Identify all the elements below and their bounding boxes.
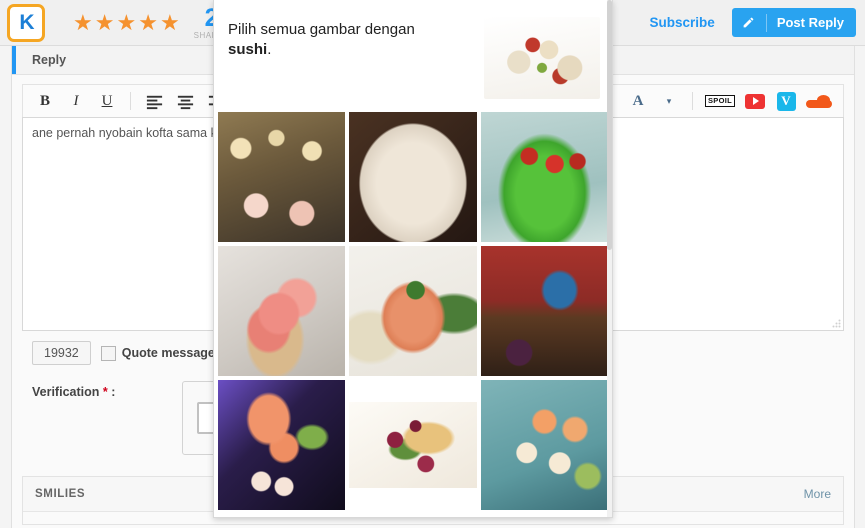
recaptcha-tile[interactable] [349, 112, 477, 242]
recaptcha-tile[interactable] [349, 246, 477, 376]
italic-button[interactable]: I [62, 89, 90, 113]
recaptcha-tile[interactable] [480, 246, 608, 376]
tile-image-prosciutto-bread [218, 246, 346, 376]
tile-image-omelette-plate [349, 112, 477, 242]
underline-button[interactable]: U [93, 89, 121, 113]
required-asterisk: * [102, 385, 108, 399]
chevron-down-icon[interactable]: ▾ [655, 89, 683, 113]
font-color-button[interactable]: A [624, 89, 652, 113]
vimeo-glyph: V [776, 91, 796, 111]
tile-image-restaurant-bar-interior [480, 246, 608, 376]
tile-image-canapes-appetizers [218, 112, 346, 242]
youtube-glyph [745, 93, 765, 109]
recaptcha-prompt-target: sushi [228, 41, 268, 59]
recaptcha-footer [214, 510, 612, 517]
tile-image-green-cake-glass-dome [480, 112, 608, 242]
vimeo-icon[interactable]: V [772, 89, 800, 113]
star-icon: ★ [138, 9, 158, 35]
checkbox-box[interactable] [100, 345, 116, 361]
bold-button[interactable]: B [31, 89, 59, 113]
pencil-icon [732, 13, 767, 32]
toolbar-divider [691, 92, 693, 110]
soundcloud-icon[interactable] [803, 89, 835, 113]
recaptcha-tile[interactable] [349, 380, 477, 510]
post-reply-label: Post Reply [776, 15, 844, 30]
message-text: ane pernah nyobain kofta sama k [32, 126, 217, 140]
toolbar-divider [130, 92, 131, 110]
top-bar-actions: Subscribe Post Reply [650, 8, 865, 37]
recaptcha-prompt-suffix: . [267, 41, 272, 59]
soundcloud-glyph [806, 94, 832, 108]
rating-stars[interactable]: ★ ★ ★ ★ ★ [73, 9, 180, 35]
recaptcha-sample-image [484, 17, 600, 99]
smilies-more-link[interactable]: More [804, 487, 831, 501]
logo-letter: K [19, 11, 34, 34]
align-left-button[interactable] [140, 89, 168, 113]
tile-image-gazpacho-soup-glass [349, 246, 477, 376]
smilies-title: SMILIES [35, 488, 86, 500]
recaptcha-tile[interactable] [480, 112, 608, 242]
recaptcha-prompt: Pilih semua gambar dengan sushi. [228, 17, 484, 110]
post-reply-button[interactable]: Post Reply [731, 8, 856, 37]
verification-label: Verification * : [32, 381, 182, 474]
character-count: 19932 [32, 341, 91, 365]
tile-image-fruit-vegetable-garnish [349, 402, 477, 488]
tab-reply[interactable]: Reply [12, 46, 81, 74]
star-icon: ★ [94, 9, 115, 35]
recaptcha-tile[interactable] [218, 246, 346, 376]
star-icon: ★ [159, 9, 180, 35]
youtube-icon[interactable] [741, 89, 769, 113]
recaptcha-tile[interactable] [480, 380, 608, 510]
recaptcha-scrollbar-thumb[interactable] [607, 0, 612, 250]
tab-reply-label: Reply [32, 53, 67, 67]
recaptcha-scrollbar[interactable] [607, 0, 612, 517]
tile-image-sashimi-sushi-platter [218, 380, 346, 510]
recaptcha-prompt-prefix: Pilih semua gambar dengan [228, 21, 415, 38]
recaptcha-header: Pilih semua gambar dengan sushi. [214, 0, 612, 110]
spoiler-label: SPOIL [704, 95, 735, 107]
recaptcha-tile[interactable] [218, 380, 346, 510]
align-center-button[interactable] [171, 89, 199, 113]
resize-handle[interactable] [831, 318, 841, 328]
subscribe-link[interactable]: Subscribe [650, 15, 715, 30]
spoiler-button[interactable]: SPOIL [702, 89, 738, 113]
verification-label-text: Verification [32, 385, 100, 399]
tile-image-sushi-rolls-plate [480, 380, 608, 510]
star-icon: ★ [116, 9, 137, 35]
site-logo[interactable]: K [7, 3, 45, 42]
recaptcha-challenge-overlay: Pilih semua gambar dengan sushi. [213, 0, 613, 518]
recaptcha-tile[interactable] [218, 112, 346, 242]
verification-colon: : [111, 385, 116, 399]
star-icon: ★ [73, 9, 93, 35]
recaptcha-image-grid [214, 110, 612, 510]
screenshot-root: K ★ ★ ★ ★ ★ 2 SHARES Subscribe Post Repl… [0, 0, 865, 528]
